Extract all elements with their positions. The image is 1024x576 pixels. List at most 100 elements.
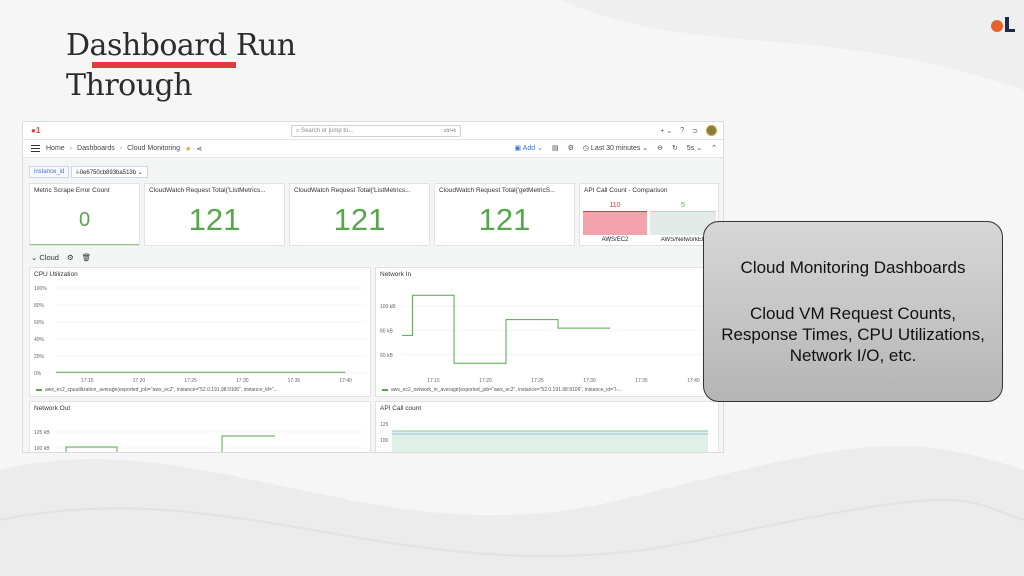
panel-title: Metric Scrape Error Count (34, 187, 110, 194)
brand-logo-icon (991, 17, 1015, 32)
menu-icon[interactable] (31, 145, 40, 152)
y-tick-label: 40% (34, 337, 45, 343)
callout-body: Cloud VM Request Counts, Response Times,… (721, 304, 985, 365)
x-tick-label: 17:40 (687, 378, 700, 384)
row-title: Cloud (39, 253, 59, 262)
breadcrumb: Home › Dashboards › Cloud Monitoring ★ ⋖ (46, 145, 202, 153)
star-icon[interactable]: ★ (185, 145, 191, 153)
timeseries-panel-api-calls[interactable]: API Call count 125 100 (375, 401, 719, 452)
stat-value: 0 (78, 209, 91, 231)
variable-bar: instance_id i-0e6750cb893ba513b ⌄ (29, 166, 148, 178)
refresh-icon[interactable]: ↻ (672, 144, 678, 152)
x-tick-label: 17:30 (236, 378, 249, 384)
time-picker[interactable]: ◷ Last 30 minutes ⌄ (583, 144, 648, 152)
news-feed-icon[interactable]: ⊃ (692, 127, 698, 135)
topbar-actions: + ⌄ ? ⊃ (660, 125, 717, 136)
legend-swatch (382, 389, 388, 391)
y-tick-label: 60% (34, 320, 45, 326)
callout-box: Cloud Monitoring Dashboards Cloud VM Req… (703, 221, 1003, 402)
save-icon[interactable]: ▤ (552, 144, 559, 152)
y-tick-label: 80 kB (380, 329, 393, 335)
chart-legend[interactable]: aws_ec2_cpuutilization_average{exported_… (36, 387, 278, 393)
x-tick-label: 17:20 (479, 378, 492, 384)
row-delete-trash-icon[interactable]: 🗑 (82, 253, 92, 262)
refresh-interval-value: 5s (686, 145, 695, 152)
dashboard-toolbar: ▣ Add ⌄ ▤ ⚙ ◷ Last 30 minutes ⌄ ⊖ ↻ 5s ⌄… (514, 144, 717, 152)
stat-sparkline (30, 243, 139, 245)
chart-legend[interactable]: aws_ec2_network_in_average{exported_job=… (382, 387, 622, 393)
breadcrumb-home[interactable]: Home (46, 145, 65, 153)
row-header-cloud[interactable]: ⌄ Cloud ⚙ 🗑 (31, 253, 91, 262)
row-settings-gear-icon[interactable]: ⚙ (67, 253, 74, 262)
bar-aws-ec2 (583, 211, 647, 235)
x-tick-label: 17:15 (81, 378, 94, 384)
y-tick-label: 125 (380, 422, 389, 428)
y-tick-label: 100% (34, 286, 47, 292)
bar-panel-api-comparison[interactable]: API Call Count - Comparison 110 AWS/EC2 … (579, 183, 719, 246)
x-tick-label: 17:15 (427, 378, 440, 384)
timeseries-panel-network-in[interactable]: Network In 100 kB 80 kB 60 kB 17:15 17:20 17:… (375, 267, 719, 397)
new-plus-icon[interactable]: + ⌄ (660, 127, 672, 135)
row-toggle[interactable]: ⌄ Cloud (31, 253, 59, 262)
x-tick-label: 17:25 (184, 378, 197, 384)
panel-title: CloudWatch Request Total{'ListMetrics... (149, 187, 266, 194)
panel-title: API Call Count - Comparison (584, 187, 668, 194)
timeseries-panel-network-out[interactable]: Network Out 125 kB 100 kB (29, 401, 371, 452)
add-label: Add (522, 145, 536, 152)
time-range-label: Last 30 minutes (590, 145, 641, 152)
y-tick-label: 100 kB (34, 446, 50, 452)
stat-panel-getmetrics[interactable]: CloudWatch Request Total{'getMetricS... … (434, 183, 575, 246)
grafana-logo-icon[interactable]: ●1 (31, 126, 40, 135)
network-out-chart-plot: 125 kB 100 kB (34, 430, 366, 452)
add-panel-icon: ▣ (514, 145, 523, 152)
zoom-out-icon[interactable]: ⊖ (657, 144, 663, 152)
title-underline (92, 62, 236, 68)
slide-title-line2: Through (66, 68, 193, 103)
collapse-chevron-up-icon[interactable]: ⌃ (711, 144, 717, 152)
breadcrumb-separator-icon: › (119, 145, 123, 152)
y-tick-label: 100 (380, 438, 389, 444)
stat-panel-listmetrics-1[interactable]: CloudWatch Request Total{'ListMetrics...… (144, 183, 285, 246)
y-tick-label: 0% (34, 371, 42, 377)
variable-select[interactable]: i-0e6750cb893ba513b ⌄ (71, 166, 148, 178)
x-tick-label: 17:25 (531, 378, 544, 384)
clock-icon: ◷ (582, 145, 591, 152)
share-icon[interactable]: ⋖ (196, 145, 202, 153)
variable-label: instance_id (29, 166, 70, 178)
breadcrumb-current: Cloud Monitoring (127, 145, 181, 152)
panel-title: CloudWatch Request Total{'getMetricS... (439, 187, 556, 194)
legend-label: aws_ec2_cpuutilization_average{exported_… (45, 387, 278, 393)
settings-gear-icon[interactable]: ⚙ (568, 144, 574, 152)
cpu-chart-plot: 100% 80% 60% 40% 20% 0% 17:15 17:20 17:25 17:30 17… (34, 286, 366, 384)
search-input[interactable]: ⌕ Search or jump to... ctrl+k (291, 125, 461, 137)
grafana-navbar: Home › Dashboards › Cloud Monitoring ★ ⋖… (23, 140, 723, 158)
network-in-chart-plot: 100 kB 80 kB 60 kB 17:15 17:20 17:25 17:30 17:3… (380, 294, 714, 384)
stat-panel-listmetrics-2[interactable]: CloudWatch Request Total{'ListMetrics...… (289, 183, 430, 246)
timeseries-panel-cpu[interactable]: CPU Utilization 100% 80% 60% 40% 20% 0% 17:15 1… (29, 267, 371, 397)
y-tick-label: 60 kB (380, 353, 393, 359)
x-tick-label: 17:20 (133, 378, 146, 384)
add-button[interactable]: ▣ Add ⌄ (514, 144, 542, 152)
series-line (402, 294, 610, 364)
x-tick-label: 17:35 (288, 378, 301, 384)
x-tick-label: 17:30 (583, 378, 596, 384)
y-tick-label: 20% (34, 354, 45, 360)
legend-label: aws_ec2_network_in_average{exported_job=… (391, 387, 622, 393)
stat-value: 121 (188, 202, 241, 237)
bar-value-label: 110 (609, 202, 621, 209)
search-placeholder: Search or jump to... (301, 128, 354, 134)
refresh-interval-select[interactable]: 5s ⌄ (687, 144, 702, 152)
stat-value: 121 (333, 202, 386, 237)
stat-value: 121 (478, 202, 531, 237)
breadcrumb-dashboards[interactable]: Dashboards (77, 145, 115, 153)
grafana-topbar: ●1 ⌕ Search or jump to... ctrl+k + ⌄ ? ⊃ (23, 122, 723, 140)
user-avatar[interactable] (706, 125, 717, 136)
api-call-chart-plot: 125 100 (380, 422, 708, 452)
legend-swatch (36, 389, 42, 391)
y-tick-label: 80% (34, 303, 45, 309)
breadcrumb-separator-icon: › (69, 145, 73, 152)
stat-panel-scrape-errors[interactable]: Metric Scrape Error Count 0 (29, 183, 140, 246)
grafana-dashboard-screenshot: ●1 ⌕ Search or jump to... ctrl+k + ⌄ ? ⊃… (22, 121, 724, 453)
help-icon[interactable]: ? (680, 127, 684, 134)
series-line (65, 435, 275, 452)
